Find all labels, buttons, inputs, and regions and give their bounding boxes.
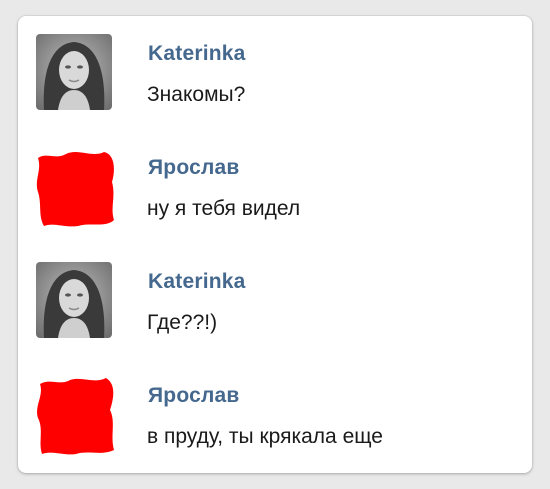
message-item: Katerinka Знакомы? [18,16,532,126]
avatar-katerinka[interactable] [36,34,112,110]
author-name[interactable]: Ярослав [148,156,239,180]
message-item: Katerinka Где??!) [18,244,532,354]
message-text: Знакомы? [147,83,246,106]
redaction-scribble-icon [37,378,114,455]
user-photo-icon [36,34,112,110]
avatar-katerinka[interactable] [36,262,112,338]
author-name[interactable]: Katerinka [148,270,246,294]
message-text: Где??!) [147,311,218,334]
message-item: Ярослав в пруду, ты крякала еще [18,358,532,468]
chat-card: Katerinka Знакомы? Ярослав ну я тебя вид… [18,16,532,473]
user-photo-icon [36,262,112,338]
message-item: Ярослав ну я тебя видел [18,130,532,240]
message-text: ну я тебя видел [147,197,301,220]
avatar-redacted[interactable] [36,376,114,455]
author-name[interactable]: Ярослав [148,384,239,408]
redaction-scribble-icon [36,152,114,227]
author-name[interactable]: Katerinka [148,42,246,66]
message-text: в пруду, ты крякала еще [147,425,383,448]
avatar-redacted[interactable] [36,148,114,227]
